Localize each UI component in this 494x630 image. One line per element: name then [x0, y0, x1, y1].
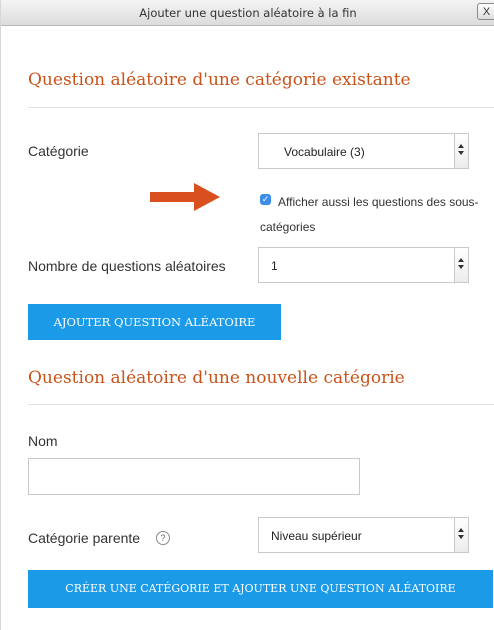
random-question-dialog: Ajouter une question aléatoire à la fin …: [0, 0, 494, 630]
parent-category-label: Catégorie parente: [28, 530, 141, 546]
random-count-label: Nombre de questions aléatoires: [28, 258, 226, 274]
add-random-question-button[interactable]: AJOUTER QUESTION ALÉATOIRE: [28, 304, 281, 340]
name-label: Nom: [28, 433, 58, 449]
arrow-right-icon: [150, 183, 220, 211]
section-divider: [28, 107, 494, 108]
section-divider: [28, 404, 494, 405]
include-subcategories-label: Afficher aussi les questions des sous-ca…: [260, 195, 479, 234]
existing-category-heading: Question aléatoire d'une catégorie exist…: [28, 70, 411, 90]
dialog-title: Ajouter une question aléatoire à la fin: [139, 6, 357, 20]
category-select[interactable]: Vocabulaire (3): [258, 133, 469, 169]
random-count-value: 1: [271, 259, 278, 273]
random-count-select[interactable]: 1: [258, 247, 469, 283]
close-button[interactable]: X: [477, 3, 494, 20]
category-select-value: Vocabulaire (3): [284, 145, 365, 159]
select-arrows-icon: [454, 518, 468, 552]
dialog-titlebar: Ajouter une question aléatoire à la fin …: [1, 0, 494, 26]
question-circle-icon[interactable]: ?: [156, 531, 170, 545]
close-icon: X: [482, 6, 491, 18]
create-category-button[interactable]: CRÉER UNE CATÉGORIE ET AJOUTER UNE QUEST…: [28, 570, 493, 608]
parent-category-value: Niveau supérieur: [271, 529, 362, 543]
name-input[interactable]: [28, 458, 360, 495]
select-arrows-icon: [454, 248, 468, 282]
parent-category-select[interactable]: Niveau supérieur: [258, 517, 469, 553]
new-category-heading: Question aléatoire d'une nouvelle catégo…: [28, 368, 405, 388]
select-arrows-icon: [454, 134, 468, 168]
category-label: Catégorie: [28, 143, 89, 159]
